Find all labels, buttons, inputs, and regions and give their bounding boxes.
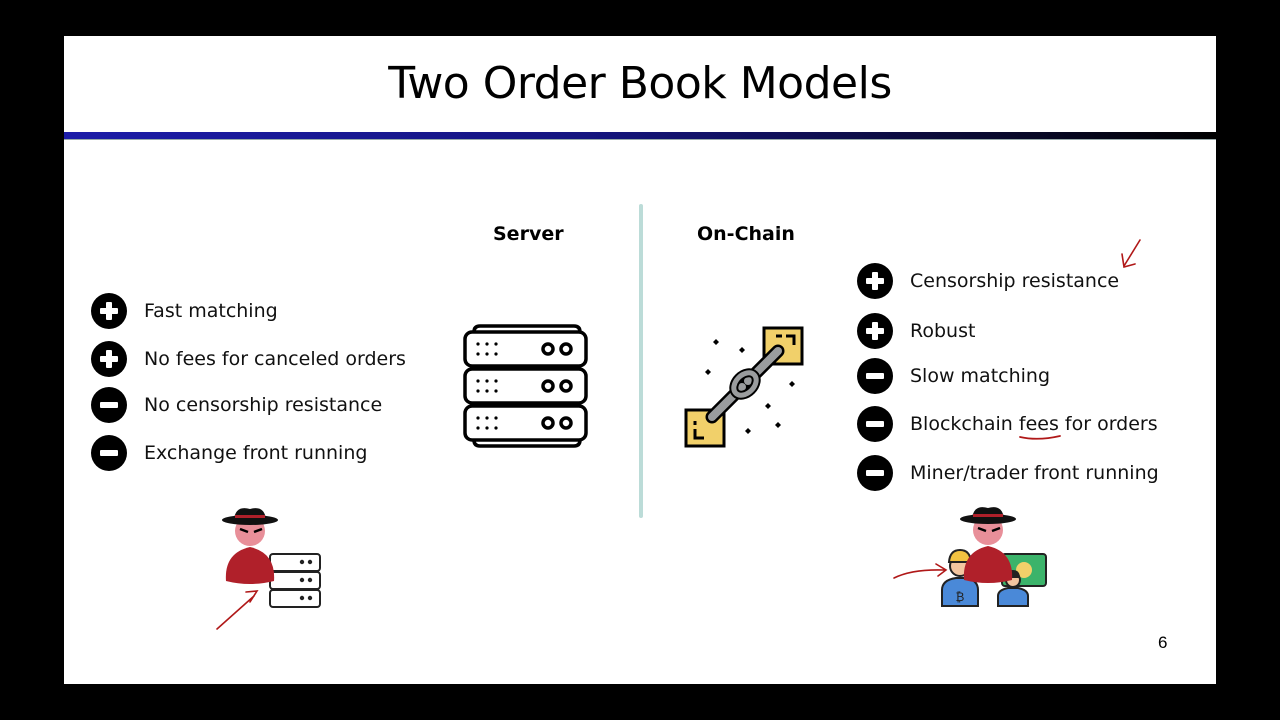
plus-circle-icon <box>91 341 127 377</box>
server-item-no-censorship-resistance: No censorship resistance <box>91 387 382 423</box>
item-text: Exchange front running <box>144 442 368 464</box>
item-text: Fast matching <box>144 300 278 322</box>
onchain-item-slow-matching: Slow matching <box>857 358 1050 394</box>
minus-circle-icon <box>857 358 893 394</box>
item-text-before: Blockchain <box>910 413 1019 435</box>
server-heading: Server <box>493 223 564 245</box>
onchain-item-miner-front-running: Miner/trader front running <box>857 455 1159 491</box>
slide: Two Order Book Models Server On-Chain Fa… <box>64 36 1216 684</box>
minus-circle-icon <box>91 387 127 423</box>
onchain-item-robust: Robust <box>857 313 975 349</box>
minus-circle-icon <box>857 455 893 491</box>
annotation-arrow-right <box>893 563 948 579</box>
item-text: Censorship resistance <box>910 270 1120 292</box>
column-divider <box>639 204 643 518</box>
plus-circle-icon <box>857 313 893 349</box>
server-item-exchange-front-running: Exchange front running <box>91 435 367 471</box>
onchain-item-censorship-resistance: Censorship resistance <box>857 263 1119 299</box>
onchain-item-blockchain-fees: Blockchain fees for orders <box>857 406 1158 442</box>
plus-circle-icon <box>857 263 893 299</box>
minus-circle-icon <box>91 435 127 471</box>
item-text: Blockchain fees for orders <box>910 413 1158 435</box>
item-text-underlined-fees: fees <box>1018 413 1059 435</box>
title-underline-bar <box>64 132 1216 140</box>
server-item-fast-matching: Fast matching <box>91 293 278 329</box>
annotation-arrow-top <box>1121 239 1141 269</box>
page-number: 6 <box>1158 633 1168 652</box>
svg-text:₿: ₿ <box>956 590 965 604</box>
item-text: No censorship resistance <box>144 394 383 416</box>
annotation-arrow-left <box>216 590 259 630</box>
onchain-heading: On-Chain <box>697 223 795 245</box>
item-text: No fees for canceled orders <box>144 348 406 370</box>
item-text: Robust <box>910 320 976 342</box>
item-text: Miner/trader front running <box>910 462 1159 484</box>
blockchain-link-icon <box>684 326 804 448</box>
slide-title: Two Order Book Models <box>388 58 892 109</box>
item-text: Slow matching <box>910 365 1051 387</box>
plus-circle-icon <box>91 293 127 329</box>
villain-miner-trader-icon: ₿ <box>941 507 1047 607</box>
item-text-after: for orders <box>1058 413 1158 435</box>
server-item-no-fees: No fees for canceled orders <box>91 341 406 377</box>
annotation-underline-fees <box>1019 435 1061 440</box>
minus-circle-icon <box>857 406 893 442</box>
server-rack-icon <box>463 324 588 448</box>
